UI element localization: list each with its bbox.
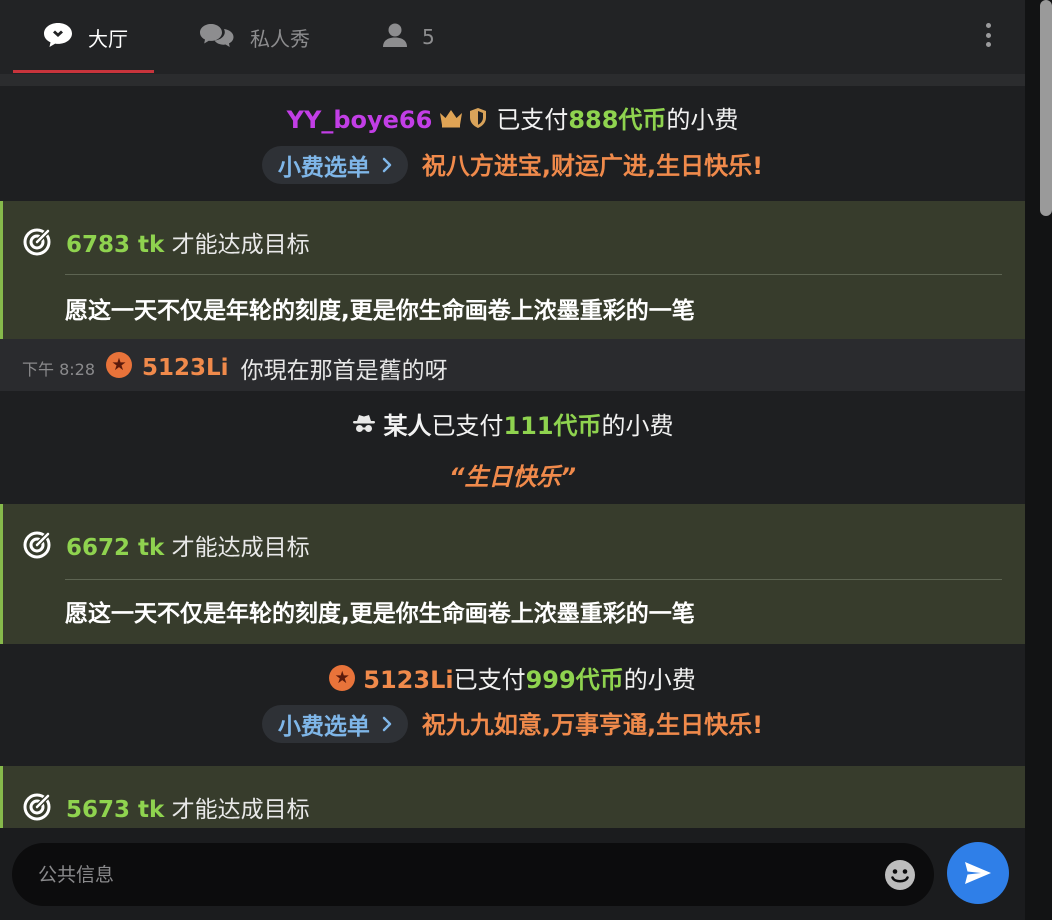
tip-notice: YY_boye66 已支付888代币的小费 小费选单 祝八方进宝,财运广进,生日快… xyxy=(0,86,1025,201)
tip-menu-button[interactable]: 小费选单 xyxy=(261,146,408,184)
message-username[interactable]: 5123Li xyxy=(142,355,229,381)
goal-amount: 6672 tk xyxy=(66,535,165,561)
message-input-box xyxy=(12,843,934,906)
tip-suffix: 的小费 xyxy=(601,412,674,440)
emoji-icon[interactable] xyxy=(884,859,916,891)
tip-quote: “生日快乐” xyxy=(449,463,576,491)
tip-paid-prefix: 已支付 xyxy=(453,666,526,694)
tip-suffix: 的小费 xyxy=(623,666,696,694)
tip-menu-label: 小费选单 xyxy=(277,155,370,181)
active-tab-indicator xyxy=(13,70,154,73)
goal-message: 愿这一天不仅是年轮的刻度,更是你生命画卷上浓墨重彩的一笔 xyxy=(65,601,695,627)
public-message-input[interactable] xyxy=(38,843,858,906)
goal-divider xyxy=(65,579,1002,580)
goal-message: 愿这一天不仅是年轮的刻度,更是你生命画卷上浓墨重彩的一笔 xyxy=(65,298,695,324)
goal-amount: 6783 tk xyxy=(66,232,165,258)
message-text: 你現在那首是舊的呀 xyxy=(240,358,448,384)
chat-message: 下午 8:28 ★ 5123Li 你現在那首是舊的呀 xyxy=(0,339,1025,391)
user-icon xyxy=(382,22,408,53)
tipper-username[interactable]: 5123Li xyxy=(363,666,453,694)
goal-notice: 5673 tk 才能达成目标 xyxy=(0,766,1025,828)
two-bubbles-icon xyxy=(198,21,236,54)
tip-amount: 888代币 xyxy=(568,106,667,134)
message-time: 下午 8:28 xyxy=(22,360,96,379)
tip-message-line: 小费选单 祝九九如意,万事亨通,生日快乐! xyxy=(0,705,1025,745)
goal-notice: 6783 tk 才能达成目标 愿这一天不仅是年轮的刻度,更是你生命画卷上浓墨重彩… xyxy=(0,201,1025,339)
tip-notice: ★ 5123Li已支付999代币的小费 小费选单 祝九九如意,万事亨通,生日快乐! xyxy=(0,644,1025,766)
send-button[interactable] xyxy=(947,842,1009,904)
tab-bar-divider xyxy=(0,74,1025,86)
goal-amount: 5673 tk xyxy=(66,797,165,823)
goal-label: 才能达成目标 xyxy=(171,797,310,823)
tipper-username[interactable]: YY_boye66 xyxy=(287,106,433,134)
tip-suffix: 的小费 xyxy=(666,106,739,134)
tab-user-count[interactable]: 5 xyxy=(382,0,435,74)
chat-bubble-icon xyxy=(42,21,74,54)
more-vertical-icon[interactable] xyxy=(976,20,1000,50)
goal-label: 才能达成目标 xyxy=(171,535,310,561)
tip-message-line: 小费选单 祝八方进宝,财运广进,生日快乐! xyxy=(0,146,1025,186)
tip-line: ★ 5123Li已支付999代币的小费 xyxy=(0,660,1025,695)
crown-icon xyxy=(440,110,463,128)
goal-header: 6672 tk 才能达成目标 xyxy=(22,528,310,562)
tip-message: 祝九九如意,万事亨通,生日快乐! xyxy=(421,711,764,739)
star-badge-icon: ★ xyxy=(106,352,132,378)
message-body: ★ 5123Li 你現在那首是舊的呀 xyxy=(106,351,448,385)
user-count: 5 xyxy=(422,25,435,49)
tip-paid-prefix: 已支付 xyxy=(496,106,569,134)
goal-divider xyxy=(65,274,1002,275)
tip-amount: 999代币 xyxy=(525,666,624,694)
tab-private-show-label: 私人秀 xyxy=(250,26,310,51)
tipper-username: 某人 xyxy=(383,412,432,440)
target-icon xyxy=(23,531,51,559)
chevron-right-icon xyxy=(382,157,392,173)
tab-lobby[interactable]: 大厅 xyxy=(42,0,128,74)
tip-line: 某人已支付111代币的小费 xyxy=(0,406,1025,441)
star-badge-icon: ★ xyxy=(329,665,356,691)
chat-feed[interactable]: YY_boye66 已支付888代币的小费 小费选单 祝八方进宝,财运广进,生日快… xyxy=(0,86,1025,828)
tip-menu-button[interactable]: 小费选单 xyxy=(261,705,408,743)
goal-header: 5673 tk 才能达成目标 xyxy=(22,790,310,824)
spy-icon xyxy=(353,415,376,432)
target-icon xyxy=(23,793,51,821)
tab-private-show[interactable]: 私人秀 xyxy=(198,0,310,74)
tip-line: YY_boye66 已支付888代币的小费 xyxy=(0,100,1025,135)
tip-message: 祝八方进宝,财运广进,生日快乐! xyxy=(421,152,764,180)
tip-notice: 某人已支付111代币的小费 “生日快乐” xyxy=(0,391,1025,504)
target-icon xyxy=(23,228,51,256)
goal-notice: 6672 tk 才能达成目标 愿这一天不仅是年轮的刻度,更是你生命画卷上浓墨重彩… xyxy=(0,504,1025,644)
tip-paid-prefix: 已支付 xyxy=(431,412,504,440)
chevron-right-icon xyxy=(382,716,392,732)
tab-lobby-label: 大厅 xyxy=(88,26,128,51)
shield-icon xyxy=(470,108,487,128)
message-input-bar xyxy=(0,828,1025,920)
goal-header: 6783 tk 才能达成目标 xyxy=(22,225,310,259)
tip-menu-label: 小费选单 xyxy=(277,714,370,740)
scrollbar-thumb[interactable] xyxy=(1040,0,1052,216)
top-tab-bar: 大厅 私人秀 5 xyxy=(0,0,1025,74)
goal-label: 才能达成目标 xyxy=(171,232,310,258)
tip-amount: 111代币 xyxy=(503,412,602,440)
send-icon xyxy=(965,862,991,884)
